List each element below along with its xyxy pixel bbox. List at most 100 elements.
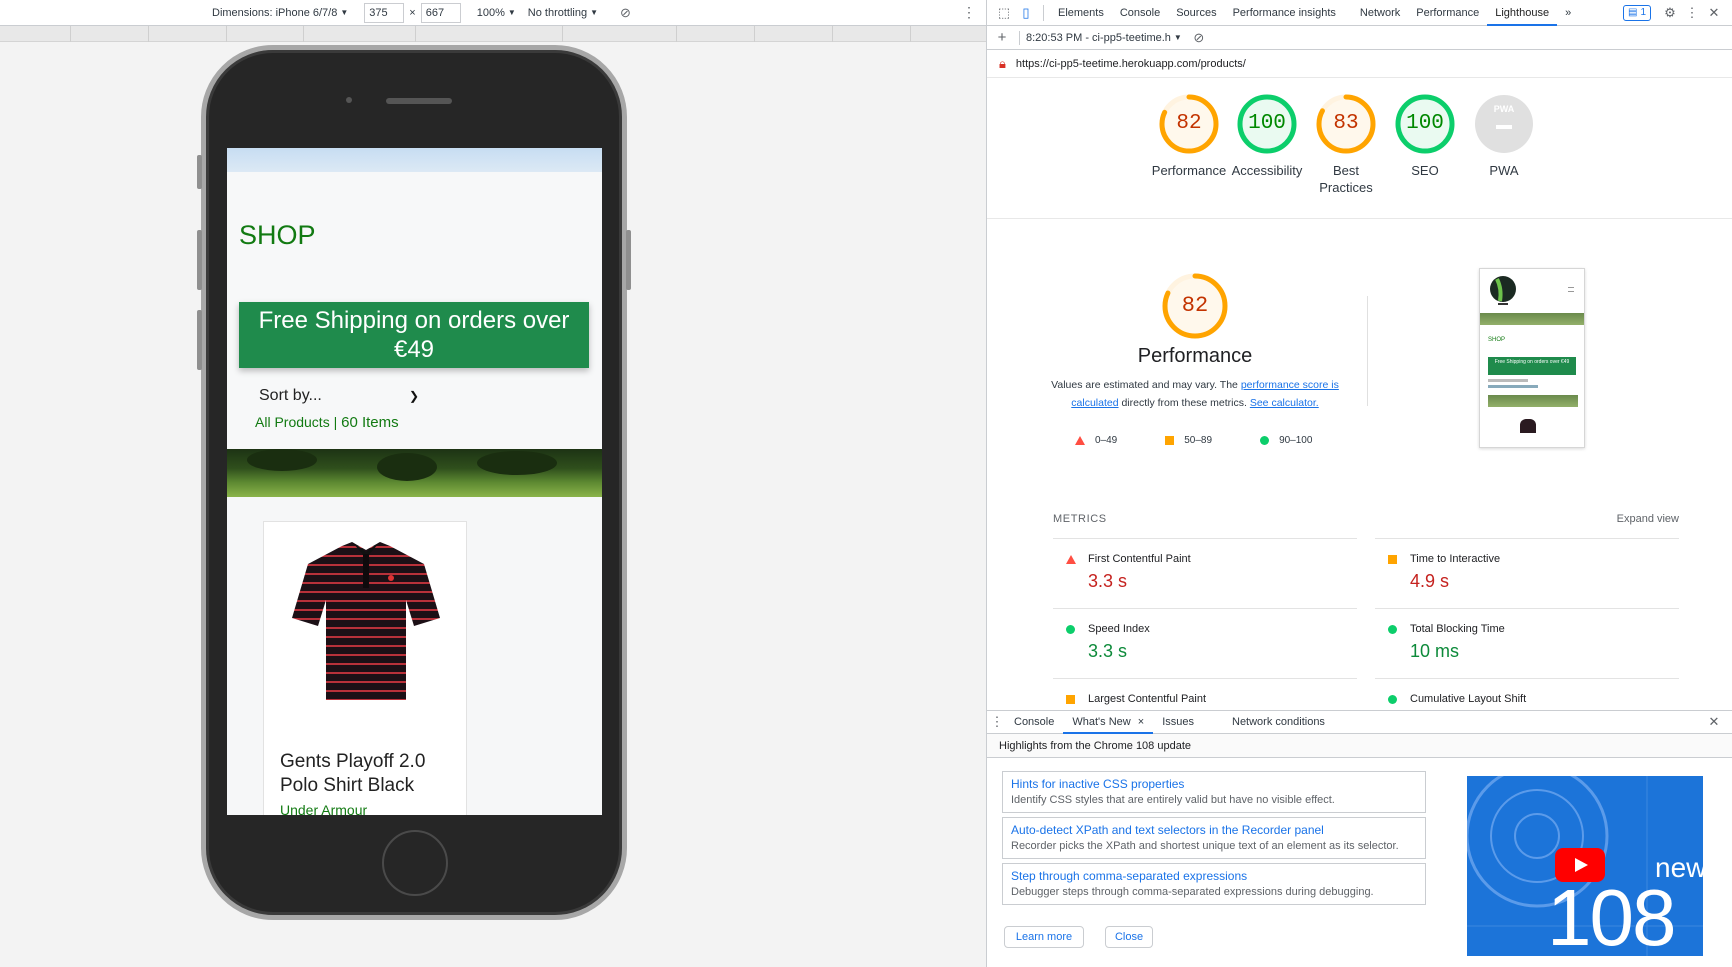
all-products-link[interactable]: All Products bbox=[255, 414, 330, 430]
more-tabs-icon[interactable]: » bbox=[1557, 0, 1579, 26]
ruler-tick bbox=[226, 26, 227, 42]
more-options-icon[interactable]: ⋮ bbox=[1681, 0, 1703, 26]
report-select-label: 8:20:53 PM - ci-pp5-teetime.h bbox=[1026, 31, 1171, 44]
device-toolbar-toggle-icon[interactable]: ▯ bbox=[1015, 0, 1037, 26]
legend-item-average: 50–89 bbox=[1165, 435, 1212, 446]
thumb-sort bbox=[1488, 379, 1528, 382]
whats-new-item[interactable]: Auto-detect XPath and text selectors in … bbox=[1002, 817, 1426, 859]
ruler-tick bbox=[910, 26, 911, 42]
whats-new-video-thumbnail[interactable]: new 108 bbox=[1467, 776, 1703, 956]
pass-circle-icon bbox=[1387, 694, 1398, 704]
thumb-grass bbox=[1480, 313, 1584, 325]
device-width-input[interactable] bbox=[364, 2, 405, 23]
drawer-tab-console[interactable]: Console bbox=[1005, 710, 1063, 734]
final-screenshot-thumbnail[interactable]: SHOP Free Shipping on orders over €49 bbox=[1479, 268, 1585, 448]
whats-new-item-desc: Recorder picks the XPath and shortest un… bbox=[1011, 840, 1399, 852]
drawer-tab-issues[interactable]: Issues bbox=[1153, 710, 1203, 734]
tab-network[interactable]: Network bbox=[1352, 0, 1408, 26]
tab-performance[interactable]: Performance bbox=[1408, 0, 1487, 26]
desc-text: Values are estimated and may vary. The bbox=[1051, 379, 1238, 391]
product-name[interactable]: Gents Playoff 2.0 Polo Shirt Black bbox=[280, 750, 460, 798]
close-icon[interactable]: ✕ bbox=[1703, 0, 1725, 26]
metric-first-contentful-paint: First Contentful Paint 3.3 s bbox=[1053, 538, 1357, 592]
page-title: SHOP bbox=[239, 220, 316, 250]
metric-speed-index: Speed Index 3.3 s bbox=[1053, 608, 1357, 662]
lighthouse-report: 82 Performance 100 Accessibility 83 Best… bbox=[987, 78, 1732, 710]
legend-range: 0–49 bbox=[1095, 435, 1118, 446]
score-value: 100 bbox=[1248, 112, 1286, 135]
plus-icon[interactable]: + bbox=[991, 25, 1013, 51]
whats-new-item-title[interactable]: Hints for inactive CSS properties bbox=[1011, 776, 1417, 792]
fail-triangle-icon bbox=[1065, 554, 1076, 564]
inspect-element-icon[interactable]: ⬚ bbox=[993, 0, 1015, 26]
tab-lighthouse[interactable]: Lighthouse bbox=[1487, 0, 1558, 26]
tab-performance-insights[interactable]: Performance insights bbox=[1225, 0, 1344, 26]
pwa-badge-text: PWA bbox=[1493, 104, 1515, 114]
hamburger-icon bbox=[1568, 287, 1574, 292]
metric-value: 4.9 s bbox=[1410, 571, 1450, 591]
sort-select[interactable]: Sort by... ❯ bbox=[253, 384, 421, 408]
performance-title: Performance bbox=[1137, 345, 1253, 367]
close-tab-icon[interactable]: × bbox=[1138, 716, 1144, 728]
whats-new-item-title[interactable]: Auto-detect XPath and text selectors in … bbox=[1011, 822, 1417, 838]
issues-badge[interactable]: ▤ 1 bbox=[1622, 4, 1651, 21]
see-calculator-link[interactable]: See calculator. bbox=[1250, 397, 1319, 409]
score-value: 83 bbox=[1333, 112, 1359, 135]
clear-icon[interactable]: ⊘ bbox=[1188, 25, 1210, 51]
metric-total-blocking-time: Total Blocking Time 10 ms bbox=[1375, 608, 1679, 662]
throttling-select[interactable]: No throttling ▼ bbox=[528, 0, 598, 26]
gauge-pwa[interactable]: PWA PWA bbox=[1474, 94, 1534, 179]
gauge-seo[interactable]: 100 SEO bbox=[1395, 94, 1455, 179]
expand-view-toggle[interactable]: Expand view bbox=[1617, 513, 1679, 525]
divider bbox=[1043, 4, 1044, 21]
pass-circle-icon bbox=[1387, 624, 1398, 634]
performance-summary: 82 Performance Values are estimated and … bbox=[1050, 273, 1340, 412]
drawer-tab-whats-new[interactable]: What's New × bbox=[1063, 710, 1154, 734]
gauge-performance[interactable]: 82 Performance bbox=[1152, 94, 1226, 179]
product-card[interactable]: Gents Playoff 2.0 Polo Shirt Black Under… bbox=[263, 521, 467, 815]
device-height-input[interactable] bbox=[420, 2, 461, 23]
report-select[interactable]: 8:20:53 PM - ci-pp5-teetime.h ▼ bbox=[1026, 32, 1182, 44]
audited-url[interactable]: https://ci-pp5-teetime.herokuapp.com/pro… bbox=[1016, 58, 1246, 70]
metric-largest-contentful-paint: Largest Contentful Paint bbox=[1053, 678, 1357, 705]
drawer-tab-network-conditions[interactable]: Network conditions bbox=[1223, 710, 1334, 734]
volume-down-button bbox=[197, 310, 202, 370]
tab-console[interactable]: Console bbox=[1112, 0, 1168, 26]
learn-more-button[interactable]: Learn more bbox=[1004, 926, 1084, 948]
whats-new-item[interactable]: Hints for inactive CSS properties Identi… bbox=[1002, 771, 1426, 813]
close-drawer-icon[interactable]: ✕ bbox=[1703, 709, 1725, 735]
devtools-actions: ▤ 1 ⚙ ⋮ ✕ bbox=[1622, 0, 1725, 26]
mute-switch bbox=[197, 155, 202, 189]
fail-triangle-icon bbox=[1075, 436, 1085, 445]
settings-gear-icon[interactable]: ⚙ bbox=[1659, 0, 1681, 26]
metrics-header: METRICS Expand view bbox=[1053, 513, 1679, 525]
average-square-icon bbox=[1387, 554, 1398, 564]
sort-select-label: Sort by... bbox=[259, 387, 322, 404]
product-count-line: All Products | 60 Items bbox=[255, 414, 399, 431]
rotate-icon[interactable]: ⊘ bbox=[620, 0, 631, 26]
chevron-down-icon: ▼ bbox=[340, 8, 349, 17]
whats-new-item-desc: Debugger steps through comma-separated e… bbox=[1011, 886, 1374, 898]
power-button bbox=[626, 230, 631, 290]
legend-item-pass: 90–100 bbox=[1260, 435, 1312, 446]
throttling-label: No throttling bbox=[527, 6, 588, 19]
polo-shirt-image[interactable] bbox=[290, 540, 442, 708]
pass-circle-icon bbox=[1065, 624, 1076, 634]
zoom-select[interactable]: 100% ▼ bbox=[477, 0, 516, 26]
gauge-best-practices[interactable]: 83 Best Practices bbox=[1316, 94, 1376, 196]
whats-new-item-title[interactable]: Step through comma-separated expressions bbox=[1011, 868, 1417, 884]
more-options-icon[interactable]: ⋮ bbox=[962, 0, 976, 26]
device-dimensions-select[interactable]: Dimensions: iPhone 6/7/8 ▼ bbox=[212, 0, 348, 26]
close-button[interactable]: Close bbox=[1105, 926, 1153, 948]
metric-title: Largest Contentful Paint bbox=[1088, 693, 1207, 705]
tab-sources[interactable]: Sources bbox=[1168, 0, 1224, 26]
drawer-menu-icon[interactable]: ⋮ bbox=[989, 709, 1005, 735]
tab-elements[interactable]: Elements bbox=[1050, 0, 1112, 26]
desc-text: directly from these metrics. bbox=[1121, 397, 1247, 409]
gauge-accessibility[interactable]: 100 Accessibility bbox=[1232, 94, 1302, 179]
chevron-down-icon: ▼ bbox=[590, 8, 599, 17]
average-square-icon bbox=[1065, 694, 1076, 704]
product-brand[interactable]: Under Armour bbox=[280, 802, 367, 815]
whats-new-item[interactable]: Step through comma-separated expressions… bbox=[1002, 863, 1426, 905]
ruler-tick bbox=[303, 26, 304, 42]
